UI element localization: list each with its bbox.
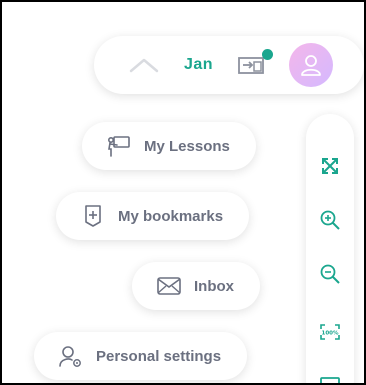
- bookmark-plus-icon: [80, 204, 106, 228]
- view-controls-rail: 100%: [306, 114, 354, 383]
- zoom-in-icon: [320, 210, 340, 230]
- user-toolbar: Jan: [94, 36, 364, 94]
- menu-item-label: My Lessons: [144, 137, 230, 155]
- lesson-board-icon: [106, 134, 132, 158]
- svg-text:100%: 100%: [322, 331, 339, 337]
- mail-icon: [156, 274, 182, 298]
- zoom-in-button[interactable]: [318, 208, 342, 232]
- user-settings-icon: [58, 344, 84, 368]
- user-avatar[interactable]: [289, 43, 334, 87]
- menu-item-label: My bookmarks: [118, 207, 224, 225]
- user-name[interactable]: Jan: [184, 56, 213, 74]
- chevron-up-icon[interactable]: [128, 55, 160, 75]
- zoom-out-button[interactable]: [318, 262, 342, 286]
- menu-item-my-bookmarks[interactable]: My bookmarks: [56, 192, 250, 240]
- user-avatar-icon: [301, 55, 321, 76]
- menu-item-personal-settings[interactable]: Personal settings: [34, 332, 248, 380]
- menu-item-label: Personal settings: [96, 347, 222, 365]
- app-frame: Jan My Lessons My bookmarks Inbox Person…: [0, 0, 366, 385]
- menu-item-inbox[interactable]: Inbox: [132, 262, 260, 310]
- zoom-reset-button[interactable]: 100%: [318, 320, 342, 344]
- teach-button[interactable]: [237, 49, 274, 77]
- zoom-100-icon: 100%: [320, 324, 340, 340]
- zoom-out-icon: [320, 264, 340, 284]
- menu-item-my-lessons[interactable]: My Lessons: [82, 122, 256, 170]
- fullscreen-button[interactable]: [318, 154, 342, 178]
- menu-item-label: Inbox: [194, 277, 234, 295]
- screen-button[interactable]: [318, 372, 342, 383]
- fullscreen-arrows-icon: [322, 158, 338, 174]
- notification-dot: [262, 49, 274, 60]
- screen-icon: [320, 377, 340, 383]
